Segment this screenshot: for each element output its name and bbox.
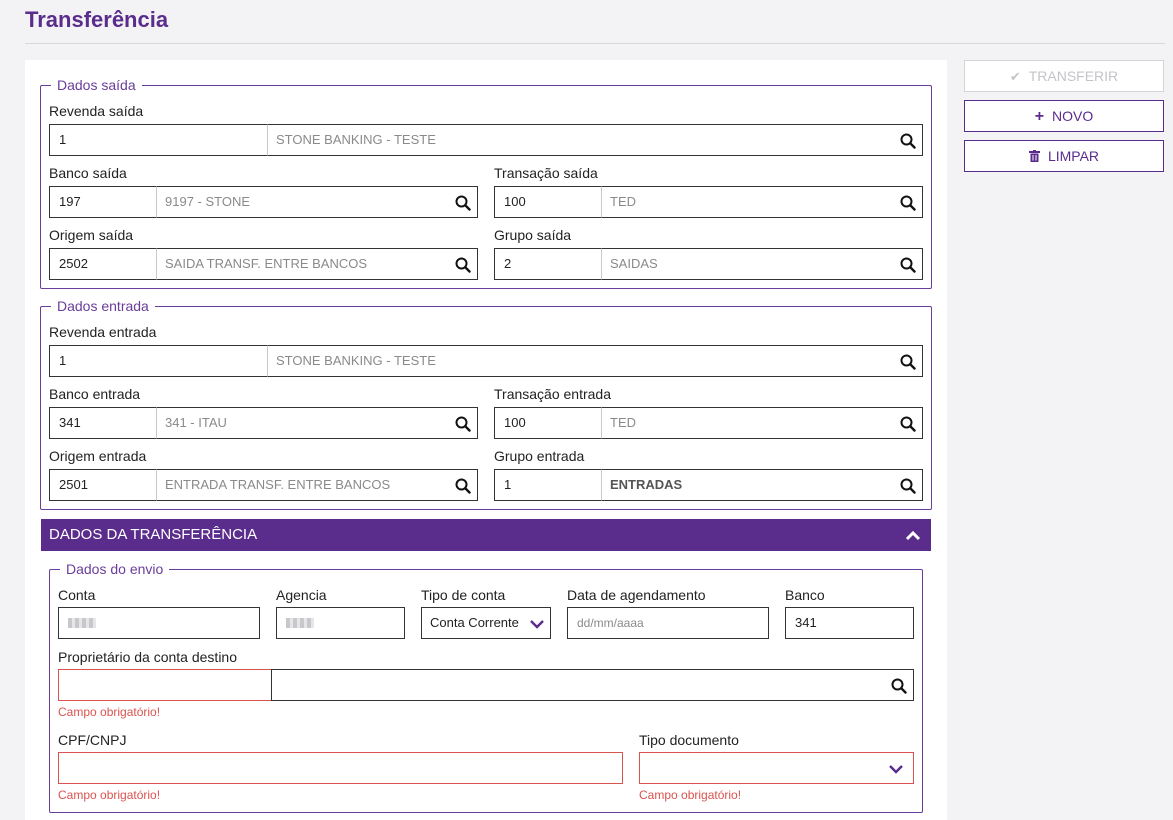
- destination-owner-name-input[interactable]: [271, 669, 914, 701]
- masked-account-value: [68, 618, 96, 628]
- entry-origin-label: Origem entrada: [49, 448, 147, 464]
- exit-group-desc: SAIDAS: [601, 248, 923, 280]
- destination-owner-label: Proprietário da conta destino: [58, 649, 237, 665]
- entry-reseller-desc: STONE BANKING - TESTE: [267, 345, 923, 377]
- entry-bank-code-input[interactable]: 341: [49, 407, 157, 439]
- search-icon[interactable]: [455, 257, 471, 273]
- form-panel: Dados saída Revenda saída 1 STONE BANKIN…: [25, 60, 947, 820]
- trash-icon: [1028, 142, 1040, 172]
- exit-transaction-label: Transação saída: [494, 165, 598, 181]
- search-icon[interactable]: [891, 678, 907, 694]
- transfer-section-header[interactable]: DADOS DA TRANSFERÊNCIA: [41, 519, 931, 551]
- entry-reseller-code-input[interactable]: 1: [49, 345, 268, 377]
- new-button[interactable]: + NOVO: [964, 100, 1164, 132]
- cpf-required-error: Campo obrigatório!: [58, 788, 161, 802]
- schedule-date-label: Data de agendamento: [567, 587, 706, 603]
- exit-transaction-desc: TED: [601, 186, 923, 218]
- entry-bank-desc: 341 - ITAU: [156, 407, 478, 439]
- transfer-button[interactable]: ✔ TRANSFERIR: [964, 60, 1164, 92]
- cpf-cnpj-input[interactable]: [58, 752, 623, 784]
- chevron-up-icon[interactable]: [905, 529, 921, 541]
- bank-label: Banco: [785, 587, 825, 603]
- check-icon: ✔: [1009, 69, 1021, 84]
- account-input[interactable]: [58, 607, 260, 639]
- clear-button[interactable]: LIMPAR: [964, 140, 1164, 172]
- destination-owner-code-input[interactable]: [58, 669, 272, 701]
- entry-transaction-code-input[interactable]: 100: [494, 407, 602, 439]
- exit-bank-desc: 9197 - STONE: [156, 186, 478, 218]
- entry-data-legend: Dados entrada: [51, 298, 155, 314]
- exit-origin-desc: SAIDA TRANSF. ENTRE BANCOS: [156, 248, 478, 280]
- masked-agency-value: [286, 618, 314, 628]
- search-icon[interactable]: [455, 195, 471, 211]
- title-divider: [25, 43, 1165, 44]
- exit-transaction-code-input[interactable]: 100: [494, 186, 602, 218]
- search-icon[interactable]: [455, 416, 471, 432]
- search-icon[interactable]: [900, 478, 916, 494]
- exit-reseller-label: Revenda saída: [49, 103, 144, 119]
- send-data-group: Dados do envio Conta Agencia Tipo de con…: [49, 561, 923, 813]
- plus-icon: +: [1034, 108, 1045, 125]
- exit-origin-label: Origem saída: [49, 227, 134, 243]
- entry-origin-code-input[interactable]: 2501: [49, 469, 157, 501]
- entry-group-desc: ENTRADAS: [601, 469, 923, 501]
- entry-group-code-input[interactable]: 1: [494, 469, 602, 501]
- search-icon[interactable]: [900, 416, 916, 432]
- search-icon[interactable]: [900, 354, 916, 370]
- agency-input[interactable]: [276, 607, 405, 639]
- entry-group-label: Grupo entrada: [494, 448, 585, 464]
- account-type-select[interactable]: Conta Corrente: [421, 607, 551, 639]
- entry-origin-desc: ENTRADA TRANSF. ENTRE BANCOS: [156, 469, 478, 501]
- document-type-label: Tipo documento: [639, 732, 739, 748]
- bank-input[interactable]: 341: [785, 607, 914, 639]
- exit-bank-code-input[interactable]: 197: [49, 186, 157, 218]
- search-icon[interactable]: [900, 195, 916, 211]
- exit-bank-label: Banco saída: [49, 165, 127, 181]
- exit-reseller-desc: STONE BANKING - TESTE: [267, 124, 923, 156]
- document-type-select[interactable]: [639, 752, 914, 784]
- document-type-required-error: Campo obrigatório!: [639, 788, 742, 802]
- owner-required-error: Campo obrigatório!: [58, 705, 161, 719]
- exit-data-group: Dados saída Revenda saída 1 STONE BANKIN…: [40, 77, 932, 289]
- chevron-down-icon: [889, 765, 903, 774]
- account-type-label: Tipo de conta: [421, 587, 506, 603]
- search-icon[interactable]: [455, 478, 471, 494]
- schedule-date-input[interactable]: dd/mm/aaaa: [567, 607, 769, 639]
- send-data-legend: Dados do envio: [60, 561, 170, 577]
- entry-transaction-label: Transação entrada: [494, 386, 611, 402]
- exit-data-legend: Dados saída: [51, 77, 142, 93]
- account-label: Conta: [58, 587, 96, 603]
- entry-data-group: Dados entrada Revenda entrada 1 STONE BA…: [40, 298, 932, 510]
- cpf-cnpj-label: CPF/CNPJ: [58, 732, 127, 748]
- search-icon[interactable]: [900, 257, 916, 273]
- entry-bank-label: Banco entrada: [49, 386, 141, 402]
- exit-group-label: Grupo saída: [494, 227, 572, 243]
- entry-transaction-desc: TED: [601, 407, 923, 439]
- exit-origin-code-input[interactable]: 2502: [49, 248, 157, 280]
- chevron-down-icon: [530, 620, 544, 629]
- agency-label: Agencia: [276, 587, 327, 603]
- search-icon[interactable]: [900, 133, 916, 149]
- exit-reseller-code-input[interactable]: 1: [49, 124, 268, 156]
- entry-reseller-label: Revenda entrada: [49, 324, 157, 340]
- exit-group-code-input[interactable]: 2: [494, 248, 602, 280]
- page-title: Transferência: [25, 7, 169, 32]
